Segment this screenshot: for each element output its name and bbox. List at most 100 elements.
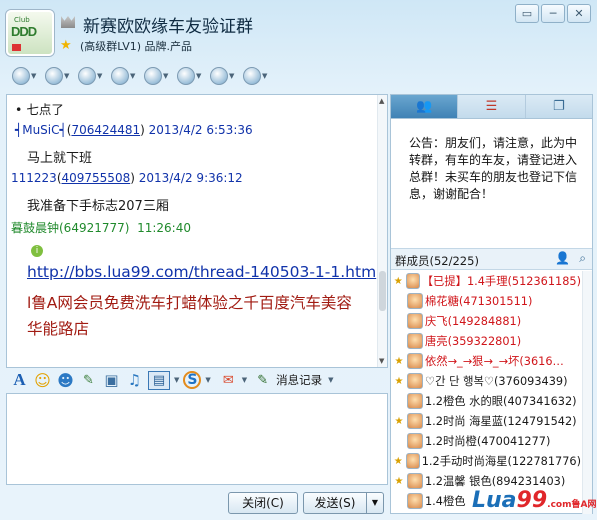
member-row[interactable]: 唐亮(359322801)	[391, 331, 581, 351]
members-list: ★ 【已提】1.4手理(512361185) 棉花糖(471301511) 庆飞(…	[391, 271, 581, 513]
app-button[interactable]: ▼	[210, 66, 237, 86]
member-name: 唐亮(359322801)	[425, 335, 522, 348]
member-name: 1.4橙色	[425, 495, 466, 508]
link-title: l鲁A网会员免费洗车打蜡体验之千百度汽车美容	[27, 294, 352, 312]
message-time: 11:26:40	[137, 221, 191, 235]
chevron-down-icon: ▼	[262, 72, 268, 80]
avatar	[405, 273, 420, 289]
sender-nick[interactable]: ┥MuSiC┥	[15, 123, 67, 137]
member-row[interactable]: ★ 【已提】1.4手理(512361185)	[391, 271, 581, 291]
tab-list[interactable]: ☰	[458, 95, 526, 118]
sougou-icon[interactable]: S	[183, 371, 202, 389]
chat-history[interactable]: • 七点了 ┥MuSiC┥(706424481) 2013/4/2 6:53:3…	[6, 94, 388, 368]
shake-icon[interactable]: ✉	[219, 371, 238, 390]
home-button[interactable]: ▼	[12, 66, 39, 86]
avatar	[407, 353, 423, 369]
avatar	[407, 313, 423, 329]
member-row[interactable]: 棉花糖(471301511)	[391, 291, 581, 311]
scroll-thumb[interactable]	[379, 271, 386, 311]
member-name: 庆飞(149284881)	[425, 315, 522, 328]
send-button[interactable]: 发送(S)	[303, 492, 367, 514]
microphone-icon	[111, 67, 129, 85]
chat-message: 马上就下班	[27, 151, 93, 166]
avatar	[407, 293, 423, 309]
chevron-down-icon: ▼	[97, 72, 103, 80]
avatar-small-text: Club	[14, 16, 30, 24]
crown-icon	[61, 16, 75, 28]
admin-badge-icon: ★	[393, 275, 403, 287]
search-icon[interactable]: ⌕	[579, 251, 586, 266]
chevron-down-icon[interactable]: ▼	[328, 376, 333, 384]
settings-button[interactable]: ▼	[243, 66, 270, 86]
sender-nick[interactable]: 暮鼓晨钟(64921777)	[11, 221, 129, 235]
chevron-down-icon: ▼	[196, 72, 202, 80]
add-member-icon[interactable]: 👤	[555, 251, 570, 265]
image-icon[interactable]: ▣	[102, 371, 121, 390]
screen-capture-icon[interactable]: ▤	[148, 370, 170, 390]
member-row[interactable]: 1.2时尚橙(470041277)	[391, 431, 581, 451]
sender-nick[interactable]: 111223	[11, 171, 57, 185]
people-icon: 👥	[416, 99, 433, 114]
star-icon: ★	[60, 38, 72, 53]
emoji-icon[interactable]: ☺	[33, 371, 52, 390]
tab-windows[interactable]: ❐	[526, 95, 592, 118]
camera-button[interactable]: ▼	[177, 66, 204, 86]
admin-badge-icon: ★	[394, 475, 404, 487]
thread-link[interactable]: http://bbs.lua99.com/thread-140503-1-1.h…	[27, 263, 376, 281]
close-icon[interactable]: ✕	[567, 4, 591, 23]
chevron-down-icon[interactable]: ▼	[205, 376, 210, 384]
document-button[interactable]: ▼	[144, 66, 171, 86]
font-icon[interactable]: A	[10, 370, 29, 390]
scroll-up-icon[interactable]: ▲	[379, 97, 384, 105]
send-options-icon[interactable]: ▼	[366, 492, 384, 514]
camera-icon	[177, 67, 195, 85]
member-row[interactable]: 庆飞(149284881)	[391, 311, 581, 331]
member-row[interactable]: ★ 1.2手动时尚海星(122781776)	[391, 451, 581, 471]
message-input[interactable]	[6, 393, 388, 485]
input-toolbar: A ☺ ☻ ✎ ▣ ♫ ▤ ▼ S ▼ ✉ ▼ ✎ 消息记录 ▼	[10, 368, 388, 392]
group-title: 新赛欧欧缘车友验证群	[83, 17, 253, 37]
member-row[interactable]: ★ 1.2时尚 海星蓝(124791542)	[391, 411, 581, 431]
document-icon	[144, 67, 162, 85]
member-name: 【已提】1.4手理(512361185)	[421, 275, 581, 288]
tab-members[interactable]: 👥	[391, 95, 459, 118]
music-icon[interactable]: ♫	[125, 371, 144, 390]
member-row[interactable]: ★ ♡간 단 행복♡(376093439)	[391, 371, 581, 391]
grid-button[interactable]: ▼	[78, 66, 105, 86]
admin-badge-icon: ★	[394, 415, 404, 427]
share-button[interactable]: ▼	[45, 66, 72, 86]
members-scrollbar[interactable]	[582, 271, 592, 514]
watermark-tail: .com	[547, 500, 572, 510]
member-row[interactable]: ★ 依然→_→狠→_→坏(3616…	[391, 351, 581, 371]
member-name: 1.2时尚 海星蓝(124791542)	[425, 415, 577, 428]
close-button[interactable]: 关闭(C)	[228, 492, 298, 514]
chat-scrollbar[interactable]: ▲ ▼	[377, 95, 387, 367]
chevron-down-icon: ▼	[31, 72, 37, 80]
scroll-down-icon[interactable]: ▼	[379, 357, 384, 365]
screenshot-icon[interactable]: ✎	[79, 371, 98, 390]
home-icon	[12, 67, 30, 85]
history-icon[interactable]: ✎	[253, 371, 272, 390]
avatar	[407, 373, 423, 389]
sender-id-link[interactable]: 706424481	[71, 123, 140, 137]
chevron-down-icon[interactable]: ▼	[242, 376, 247, 384]
member-name: 棉花糖(471301511)	[425, 295, 533, 308]
admin-badge-icon: ★	[394, 355, 404, 367]
chevron-down-icon[interactable]: ▼	[174, 376, 179, 384]
member-row[interactable]: 1.2橙色 水的眼(407341632)	[391, 391, 581, 411]
group-avatar[interactable]: Club DDD	[6, 10, 54, 56]
chevron-down-icon: ▼	[229, 72, 235, 80]
message-header: 暮鼓晨钟(64921777) 11:26:40	[11, 219, 191, 236]
history-label[interactable]: 消息记录	[276, 372, 322, 388]
minimize-icon[interactable]: ─	[541, 4, 565, 23]
members-count: 群成员(52/225)	[395, 254, 479, 268]
group-notice: 公告：朋友们，请注意，此为中转群，有车的车友，请登记进入总群！未买车的朋友也登记…	[409, 136, 578, 201]
magic-emoji-icon[interactable]: ☻	[56, 371, 75, 390]
sender-id-link[interactable]: 409755508	[62, 171, 131, 185]
member-name: 1.2时尚橙(470041277)	[425, 435, 551, 448]
restore-icon[interactable]: ▭	[515, 4, 539, 23]
microphone-button[interactable]: ▼	[111, 66, 138, 86]
admin-badge-icon: ★	[393, 455, 403, 467]
main-toolbar: ▼ ▼ ▼ ▼ ▼ ▼ ▼ ▼	[12, 66, 270, 86]
members-header: 群成员(52/225) 👤 ⌕	[391, 248, 592, 270]
